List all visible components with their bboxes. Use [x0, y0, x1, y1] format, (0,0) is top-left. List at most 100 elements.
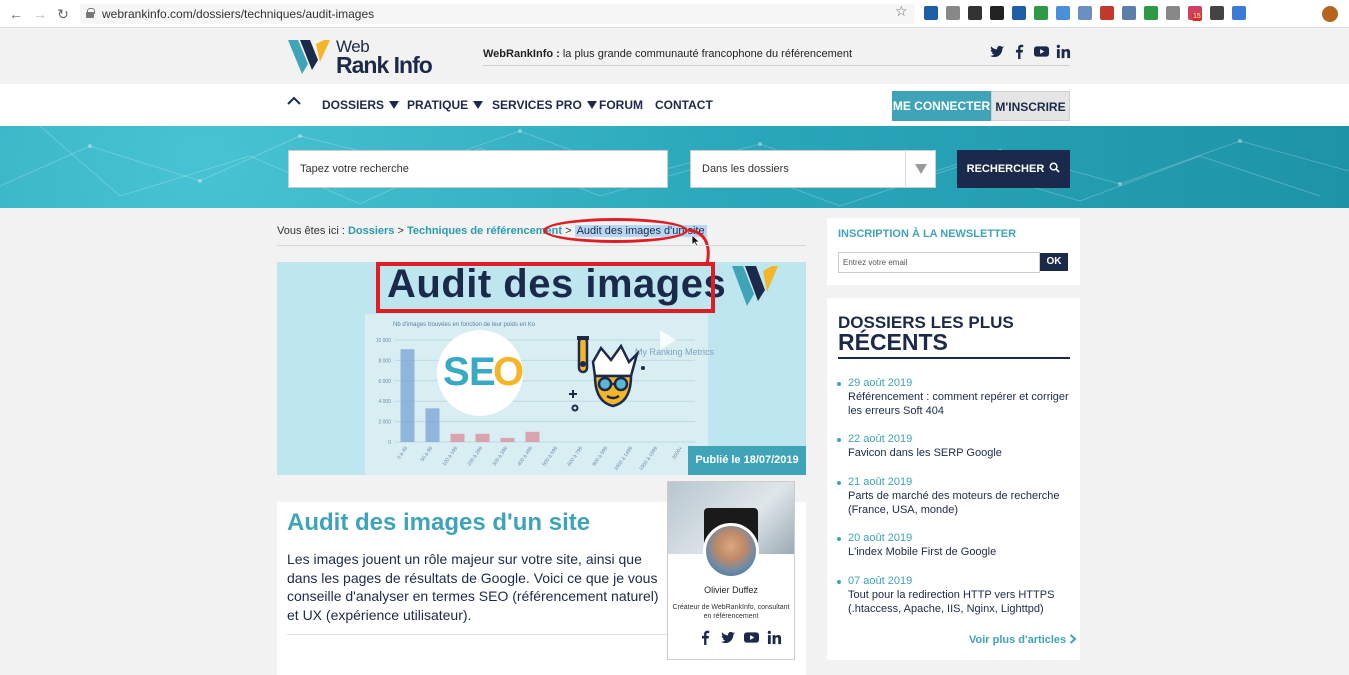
see-more-label: Voir plus d'articles [969, 634, 1067, 646]
youtube-icon[interactable] [1034, 44, 1049, 59]
browser-toolbar: ← → ↻ webrankinfo.com/dossiers/technique… [0, 0, 1349, 28]
nav-dossiers[interactable]: DOSSIERS [322, 98, 400, 112]
recent-item-date: 20 août 2019 [848, 532, 913, 544]
article-hero-image: Audit des images Nb d'images trouvées en… [277, 262, 806, 475]
extension-icon[interactable] [1034, 6, 1048, 20]
seo-letter-e: E [469, 350, 496, 394]
author-name: Olivier Duffez [704, 585, 758, 595]
x-tick-label: 600 à 799 [566, 446, 584, 468]
linkedin-icon[interactable] [767, 630, 782, 645]
twitter-icon[interactable] [721, 630, 736, 645]
bookmark-star-icon[interactable]: ☆ [895, 3, 908, 20]
nav-services-pro[interactable]: SERVICES PRO [492, 98, 597, 112]
recent-item-title[interactable]: L'index Mobile First de Google [848, 546, 1073, 560]
breadcrumb-divider [277, 245, 806, 246]
extension-icon[interactable] [1166, 6, 1180, 20]
breadcrumb-techniques[interactable]: Techniques de référencement [407, 225, 562, 237]
nav-contact[interactable]: CONTACT [655, 98, 713, 112]
search-button[interactable]: RECHERCHER [957, 150, 1070, 188]
youtube-icon[interactable] [744, 630, 759, 645]
newsletter-title: INSCRIPTION À LA NEWSLETTER [838, 228, 1017, 240]
nav-services-pro-label: SERVICES PRO [492, 98, 582, 112]
bullet-icon [837, 537, 841, 541]
recent-heading-rule [838, 357, 1070, 359]
x-tick-label: 500 à 599 [541, 446, 559, 468]
article-title: Audit des images d'un site [287, 509, 591, 536]
recent-item-title[interactable]: Référencement : comment repérer et corri… [848, 391, 1073, 418]
recent-item-title[interactable]: Tout pour la redirection HTTP vers HTTPS… [848, 589, 1073, 616]
author-avatar [703, 523, 759, 579]
extension-icon[interactable]: 15 [1188, 6, 1202, 21]
tagline-brand: WebRankInfo : [483, 48, 560, 60]
extension-badge: 15 [1192, 13, 1202, 21]
recent-item-date: 07 août 2019 [848, 575, 913, 587]
seo-letter-s: S [443, 350, 470, 394]
search-icon [1049, 162, 1061, 173]
bullet-icon [837, 481, 841, 485]
y-tick-label: 2 000 [378, 420, 391, 426]
facebook-icon[interactable] [1012, 44, 1027, 59]
article-intro: Les images jouent un rôle majeur sur vot… [287, 551, 659, 623]
chart-bar [475, 433, 490, 442]
extension-icon[interactable] [1056, 6, 1070, 20]
chart-bar [450, 433, 465, 442]
search-scope-value: Dans les dossiers [702, 163, 789, 175]
login-button[interactable]: ME CONNECTER [892, 91, 991, 121]
extension-icon[interactable] [1210, 6, 1224, 20]
search-scope-select[interactable]: Dans les dossiers [690, 150, 936, 188]
extension-icon[interactable] [1122, 6, 1136, 20]
header-social-links [990, 44, 1071, 59]
bullet-icon [837, 438, 841, 442]
y-tick-label: 0 [388, 440, 391, 446]
nav-forum[interactable]: FORUM [599, 98, 643, 112]
tagline-text: la plus grande communauté francophone du… [559, 48, 853, 60]
webrankinfo-logo[interactable]: Web Rank Info [286, 37, 446, 78]
url-text: webrankinfo.com/dossiers/techniques/audi… [102, 7, 375, 21]
breadcrumb-separator: > [394, 225, 407, 237]
register-button[interactable]: M'INSCRIRE [991, 91, 1070, 121]
profile-avatar[interactable] [1322, 6, 1338, 22]
nav-pratique[interactable]: PRATIQUE [407, 98, 484, 112]
newsletter-ok-button[interactable]: OK [1040, 253, 1068, 271]
forward-icon[interactable]: → [32, 6, 48, 22]
y-tick-label: 8 000 [378, 358, 391, 364]
nav-pratique-label: PRATIQUE [407, 98, 469, 112]
recent-articles: DOSSIERS LES PLUS RÉCENTS 29 août 2019 R… [827, 298, 1080, 660]
reload-icon[interactable]: ↻ [55, 6, 71, 22]
main-navigation: DOSSIERS PRATIQUE SERVICES PRO FORUM CON… [0, 84, 1349, 126]
newsletter-email-input[interactable]: Entrez votre email [838, 252, 1040, 273]
dropdown-arrow-icon [905, 151, 935, 187]
address-bar[interactable]: webrankinfo.com/dossiers/techniques/audi… [80, 4, 915, 24]
header-divider [483, 65, 1070, 66]
robot-scientist-icon [569, 336, 645, 412]
extension-icon[interactable] [1232, 6, 1246, 20]
article-divider [287, 634, 667, 635]
extension-icon[interactable] [990, 6, 1004, 20]
extension-icon[interactable] [1012, 6, 1026, 20]
extension-icon[interactable] [924, 6, 938, 20]
twitter-icon[interactable] [990, 44, 1005, 59]
extension-icons: 15 [924, 6, 1246, 22]
see-more-articles-link[interactable]: Voir plus d'articles [969, 634, 1077, 646]
extension-icon[interactable] [1144, 6, 1158, 20]
banner-network-pattern [0, 126, 1349, 207]
extension-icon[interactable] [946, 6, 960, 20]
linkedin-icon[interactable] [1056, 44, 1071, 59]
chart-bar [400, 349, 415, 442]
extension-icon[interactable] [1100, 6, 1114, 20]
home-icon[interactable] [287, 96, 301, 110]
recent-item-title[interactable]: Favicon dans les SERP Google [848, 447, 1073, 461]
x-tick-label: 100 à 199 [441, 446, 459, 468]
back-icon[interactable]: ← [8, 6, 24, 22]
author-card: Olivier Duffez Créateur de WebRankInfo, … [667, 481, 795, 660]
recent-heading-big: RÉCENTS [838, 329, 948, 355]
x-tick-label: 300 à 399 [491, 446, 509, 468]
x-tick-label: 400 à 499 [516, 446, 534, 468]
facebook-icon[interactable] [698, 630, 713, 645]
extension-icon[interactable] [1078, 6, 1092, 20]
recent-item-date: 22 août 2019 [848, 433, 913, 445]
extension-icon[interactable] [968, 6, 982, 20]
recent-item-title[interactable]: Parts de marché des moteurs de recherche… [848, 490, 1073, 517]
search-input[interactable]: Tapez votre recherche [288, 150, 668, 188]
breadcrumb-dossiers[interactable]: Dossiers [348, 225, 394, 237]
